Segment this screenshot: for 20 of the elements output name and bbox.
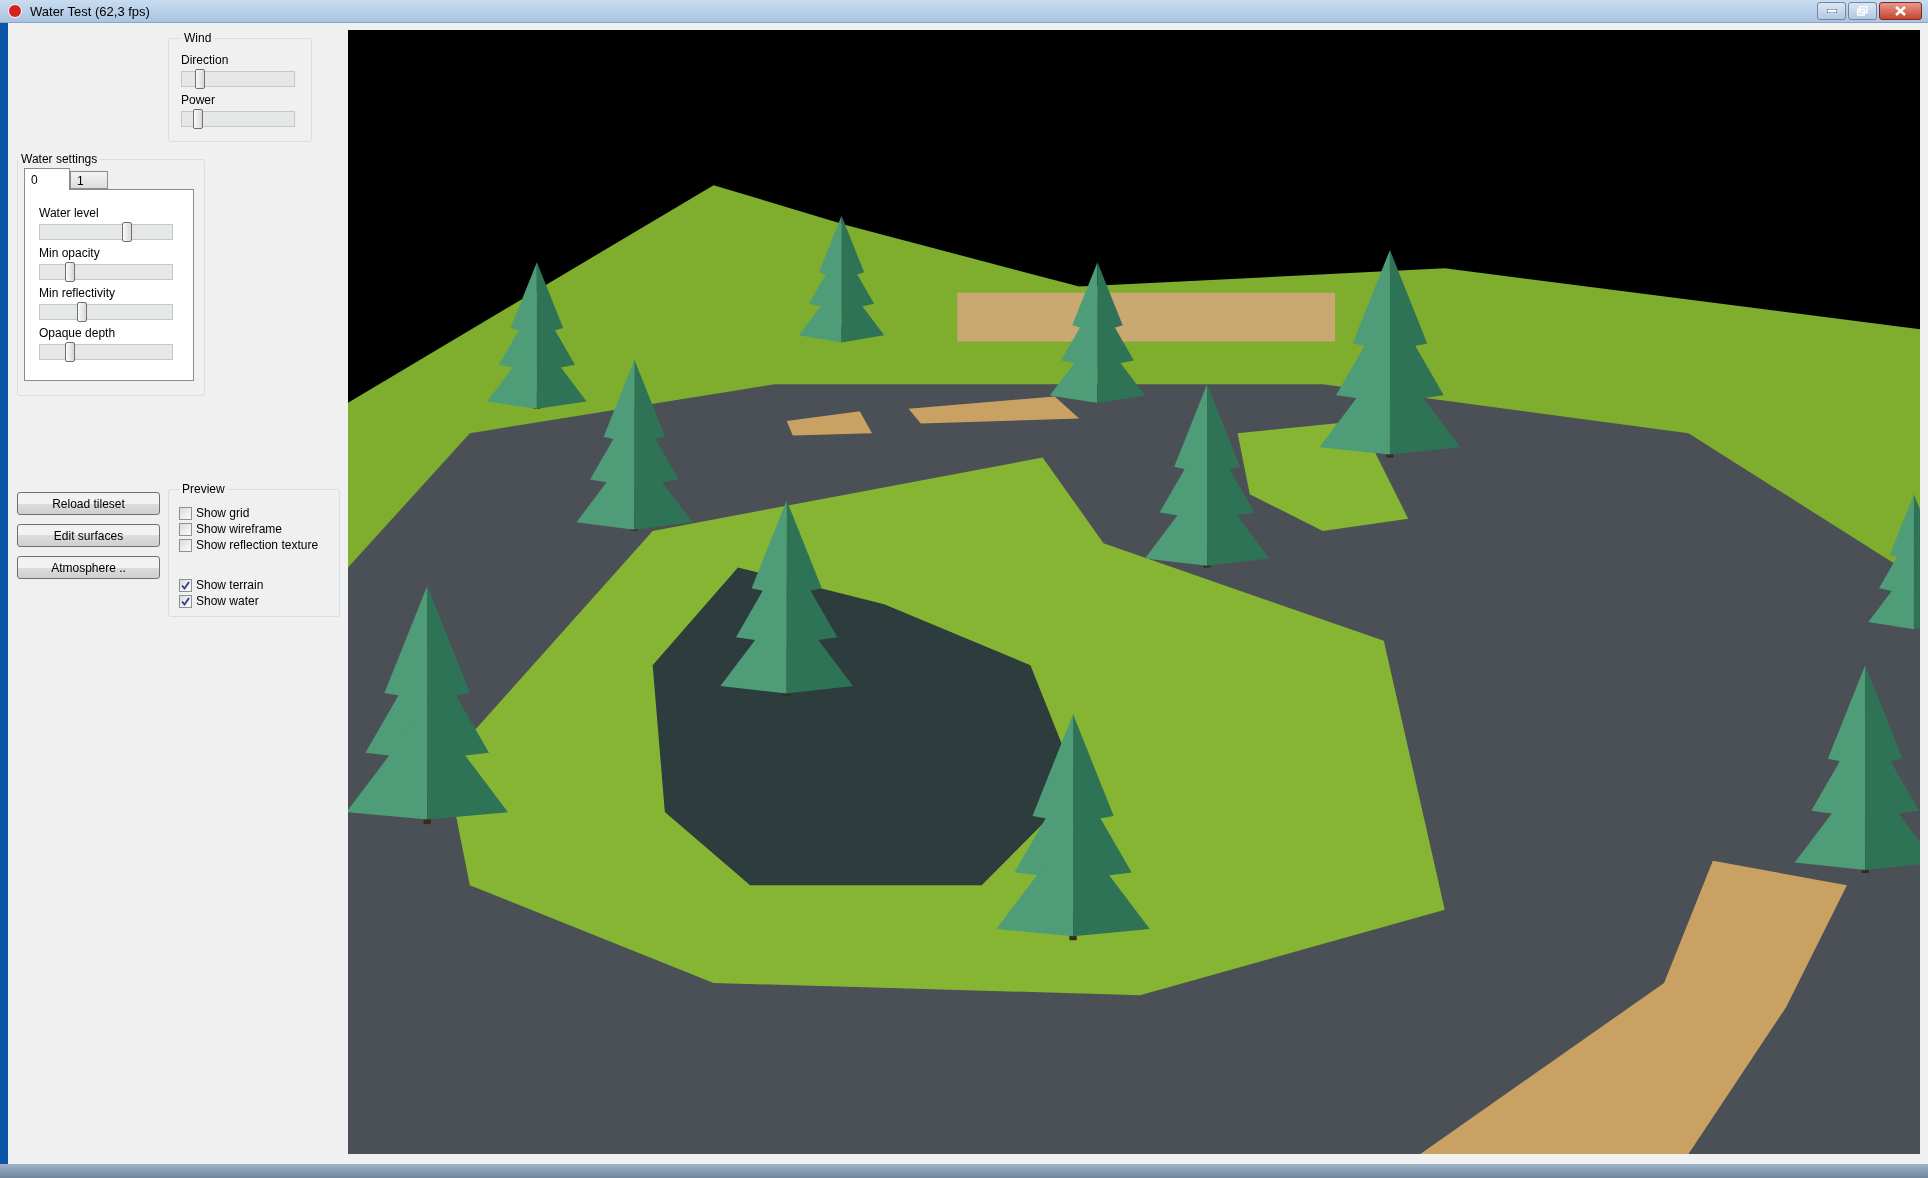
checkbox-label: Show reflection texture (196, 538, 319, 552)
slider-label: Min opacity (39, 246, 101, 260)
slider-label: Opaque depth (39, 326, 117, 340)
slider-label: Direction (181, 53, 230, 67)
slider-label: Water level (39, 206, 100, 220)
group-title: Wind (183, 31, 213, 45)
checkbox-label: Show terrain (196, 578, 264, 592)
window-title: Water Test (62,3 fps) (30, 3, 151, 19)
slider-label: Min reflectivity (39, 286, 116, 300)
group-title: Water settings (20, 152, 99, 166)
tab[interactable]: 0 (24, 168, 70, 190)
push-button[interactable]: Reload tileset (17, 492, 160, 515)
slider-label: Power (181, 93, 216, 107)
checkbox-label: Show grid (196, 506, 250, 520)
group-title: Preview (181, 482, 226, 496)
checkbox-label: Show wireframe (196, 522, 283, 536)
push-button[interactable]: Edit surfaces (17, 524, 160, 547)
push-button[interactable]: Atmosphere .. (17, 556, 160, 579)
checkbox-label: Show water (196, 594, 259, 608)
tab[interactable]: 1 (70, 171, 108, 189)
